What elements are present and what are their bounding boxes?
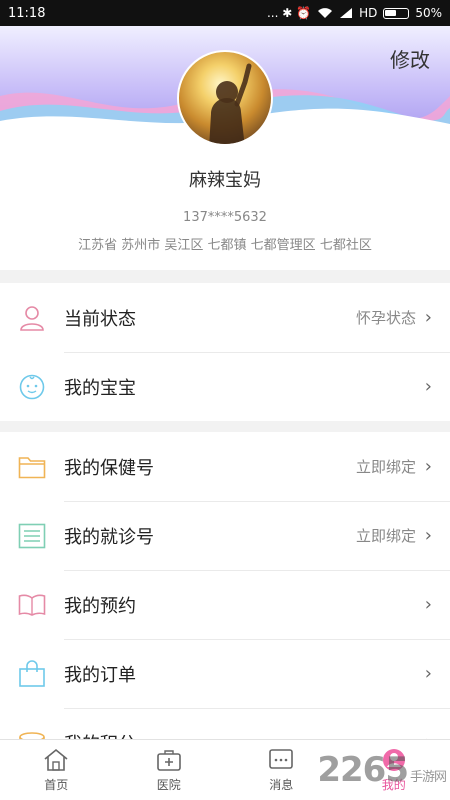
signal-icon: [340, 8, 353, 18]
edit-profile-button[interactable]: 修改: [390, 44, 430, 73]
menu-label: 我的保健号: [64, 457, 154, 479]
profile-card: 修改 麻辣宝妈 137****5632 江苏省 苏州市 吴江区 七都镇 七都管理…: [0, 26, 450, 270]
chevron-right-icon: ›: [424, 307, 432, 328]
network-type: HD: [359, 6, 378, 20]
battery-level: 50%: [415, 6, 442, 20]
menu-group-services: 我的保健号 立即绑定 › 我的就诊号 立即绑定 › 我的预约 › 我的订单 › …: [0, 432, 450, 777]
tab-hospital[interactable]: 医院: [113, 740, 226, 800]
tab-home[interactable]: 首页: [0, 740, 113, 800]
bottom-tab-bar: 首页 医院 消息 我的 2265 手游网: [0, 739, 450, 800]
book-icon: [18, 591, 46, 619]
menu-item-health-id[interactable]: 我的保健号 立即绑定 ›: [0, 432, 450, 501]
chevron-right-icon: ›: [424, 663, 432, 684]
shopping-bag-icon: [18, 659, 46, 688]
menu-item-visit-id[interactable]: 我的就诊号 立即绑定 ›: [0, 501, 450, 570]
status-bar: 11:18 ... ✱ ⏰ HD 50%: [0, 0, 450, 26]
message-icon: [269, 748, 294, 769]
status-time: 11:18: [8, 5, 46, 21]
chevron-right-icon: ›: [424, 525, 432, 546]
menu-label: 我的预约: [64, 595, 136, 617]
menu-label: 我的宝宝: [64, 377, 136, 399]
wifi-icon: [318, 8, 333, 18]
chevron-right-icon: ›: [424, 456, 432, 477]
menu-value: 立即绑定: [355, 527, 416, 545]
tab-label: 首页: [44, 777, 69, 792]
status-icons: ... ✱ ⏰: [266, 6, 312, 20]
menu-value: 立即绑定: [355, 458, 416, 476]
nickname: 麻辣宝妈: [189, 170, 261, 191]
menu-item-current-status[interactable]: 当前状态 怀孕状态 ›: [0, 283, 450, 352]
menu-item-my-baby[interactable]: 我的宝宝 ›: [0, 352, 450, 421]
menu-item-orders[interactable]: 我的订单 ›: [0, 639, 450, 708]
address: 江苏省 苏州市 吴江区 七都镇 七都管理区 七都社区: [78, 238, 372, 253]
menu-label: 当前状态: [64, 308, 136, 330]
person-icon: [18, 304, 46, 332]
tab-label: 消息: [269, 777, 294, 792]
menu-value: 怀孕状态: [355, 309, 416, 327]
tab-label: 医院: [156, 777, 181, 792]
menu-label: 我的订单: [64, 664, 136, 686]
menu-item-appointments[interactable]: 我的预约 ›: [0, 570, 450, 639]
avatar[interactable]: [177, 50, 273, 146]
battery-icon: [383, 7, 410, 19]
menu-label: 我的就诊号: [64, 526, 154, 548]
home-icon: [44, 748, 68, 771]
status-indicators: ... ✱ ⏰ HD 50%: [267, 6, 442, 20]
chevron-right-icon: ›: [424, 594, 432, 615]
watermark-logo: 2265 手游网: [317, 750, 447, 790]
phone-number: 137****5632: [183, 210, 267, 225]
chevron-right-icon: ›: [424, 376, 432, 397]
medical-kit-icon: [156, 749, 181, 771]
baby-face-icon: [18, 373, 46, 401]
document-list-icon: [18, 522, 46, 550]
menu-group-status: 当前状态 怀孕状态 › 我的宝宝 ›: [0, 283, 450, 421]
folder-icon: [18, 453, 46, 481]
